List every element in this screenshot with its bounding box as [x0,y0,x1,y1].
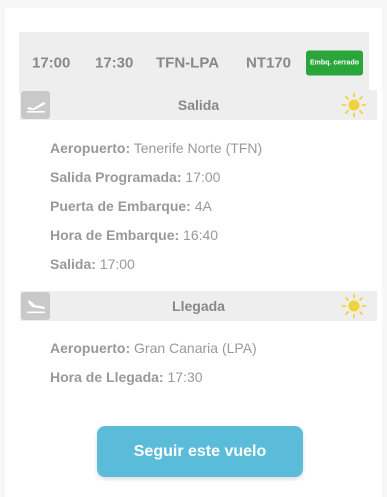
field-value: 17:00 [185,169,221,185]
departure-scheduled: Salida Programada: 17:00 [50,169,220,185]
flight-detail-card: 17:00 17:30 TFN-LPA NT170 Embq. cerrado … [5,8,382,497]
departure-title: Salida [177,97,220,113]
departure-section-header: Salida [20,90,377,120]
summary-departure-time: 17:00 [32,54,71,72]
field-label: Hora de Llegada: [50,369,164,385]
summary-flight-number: NT170 [246,54,292,72]
departure-gate: Puerta de Embarque: 4A [50,198,212,214]
field-label: Hora de Embarque: [50,227,180,243]
sun-icon [341,293,367,319]
arrival-section-header: Llegada [20,291,377,321]
field-label: Salida Programada: [50,169,182,185]
field-value: 17:00 [99,256,135,272]
field-value: 17:30 [167,369,203,385]
field-label: Salida: [50,256,96,272]
field-value: Gran Canaria (LPA) [134,340,257,356]
sun-icon [341,92,367,118]
field-value: Tenerife Norte (TFN) [133,140,263,156]
status-badge: Embq. cerrado [306,50,363,76]
flight-summary-bar: 17:00 17:30 TFN-LPA NT170 Embq. cerrado [19,32,369,94]
arrival-time: Hora de Llegada: 17:30 [50,369,203,385]
departure-airport: Aeropuerto: Tenerife Norte (TFN) [50,140,262,156]
summary-arrival-time: 17:30 [95,54,134,72]
field-label: Aeropuerto: [50,140,131,156]
departure-boarding-time: Hora de Embarque: 16:40 [50,227,218,243]
field-value: 16:40 [183,227,219,243]
arrival-airport: Aeropuerto: Gran Canaria (LPA) [50,340,257,356]
follow-flight-button[interactable]: Seguir este vuelo [97,426,303,477]
departure-actual: Salida: 17:00 [50,256,135,272]
field-label: Puerta de Embarque: [50,198,191,214]
field-value: 4A [194,198,212,214]
summary-route: TFN-LPA [156,54,220,72]
arrival-title: Llegada [172,298,225,314]
field-label: Aeropuerto: [50,340,131,356]
